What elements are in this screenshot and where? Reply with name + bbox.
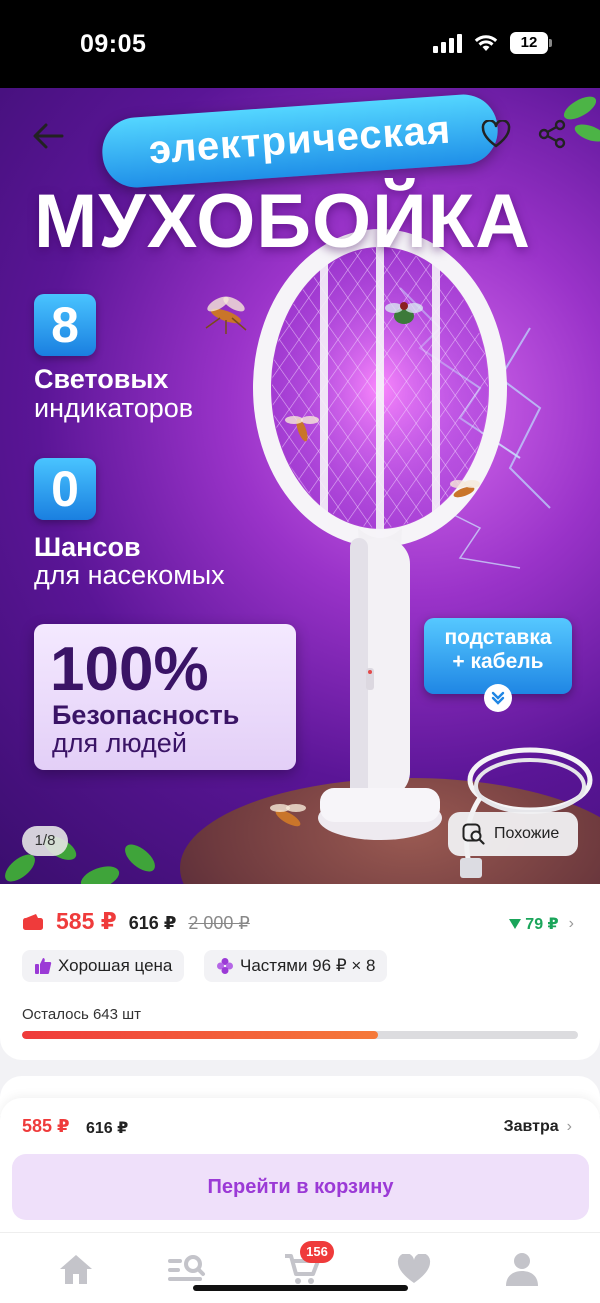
mosquito-illustration	[205, 296, 247, 334]
battery-indicator: 12	[510, 32, 552, 54]
double-chevron-down-icon	[484, 684, 512, 712]
stand-badge-line1: подставка	[444, 626, 552, 649]
tab-home[interactable]	[56, 1249, 96, 1289]
bottom-tab-bar: 156	[0, 1232, 600, 1303]
feature-number-badge: 8	[34, 294, 96, 356]
chevron-right-icon: ›	[566, 1118, 572, 1135]
fly-illustration	[385, 302, 423, 324]
stock-progress-fill	[22, 1031, 378, 1039]
share-icon	[538, 119, 566, 149]
similar-products-button[interactable]: Похожие	[448, 812, 578, 856]
arrow-left-icon	[33, 123, 64, 149]
mosquito-illustration	[285, 416, 319, 442]
stand-badge-line2: + кабель	[452, 650, 544, 673]
stock-remaining-label: Осталось 643 шт	[22, 1006, 142, 1023]
good-price-chip[interactable]: Хорошая цена	[22, 950, 185, 982]
thumbs-up-icon	[35, 958, 52, 974]
tab-profile[interactable]	[502, 1249, 542, 1289]
good-price-label: Хорошая цена	[58, 956, 173, 975]
feature-number-badge: 0	[34, 458, 96, 520]
tab-catalog[interactable]	[166, 1249, 206, 1289]
home-icon	[60, 1255, 92, 1284]
catalog-search-icon	[168, 1255, 205, 1281]
sheet-card-price: 616 ₽	[86, 1120, 129, 1137]
profile-icon	[506, 1253, 538, 1286]
old-price: 2 000 ₽	[188, 913, 250, 933]
product-image-gallery[interactable]: электрическая МУХОБОЙКА 8 Световых индик…	[0, 88, 600, 884]
cart-count-badge: 156	[300, 1241, 334, 1263]
safety-caption: для людей	[52, 728, 187, 758]
installments-label: Частями 96 ₽ × 8	[240, 956, 376, 975]
safety-percent: 100%	[50, 635, 209, 704]
usb-cable-illustration	[460, 747, 593, 878]
product-headline: МУХОБОЙКА	[34, 179, 532, 264]
status-icons: 12	[433, 32, 552, 54]
delivery-date-link[interactable]: Завтра ›	[504, 1118, 572, 1136]
price-card: 585 ₽ 616 ₽ 2 000 ₽ 79 ₽ › Хорошая цена …	[0, 884, 600, 1060]
heart-icon	[481, 120, 511, 148]
card-wallet-icon	[23, 913, 43, 930]
cashback-link[interactable]: 79 ₽ ›	[509, 914, 574, 934]
stock-progress-bar	[22, 1031, 578, 1039]
image-counter: 1/8	[22, 826, 68, 856]
similar-products-label: Похожие	[494, 825, 560, 842]
chevron-right-icon: ›	[568, 915, 574, 932]
feature-title: Шансов	[34, 532, 141, 562]
wifi-icon	[474, 35, 498, 51]
back-button[interactable]	[26, 114, 70, 158]
cashback-amount: 79 ₽	[525, 916, 559, 933]
mosquito-illustration	[270, 804, 306, 827]
installments-icon	[217, 958, 233, 974]
safety-title: Безопасность	[52, 700, 240, 730]
installments-chip[interactable]: Частями 96 ₽ × 8	[204, 950, 388, 982]
status-time: 09:05	[80, 30, 147, 58]
share-button[interactable]	[530, 112, 574, 156]
stand-cable-badge: подставка + кабель	[424, 618, 572, 694]
favorite-button[interactable]	[474, 112, 518, 156]
delivery-date: Завтра	[503, 1118, 559, 1135]
mosquito-illustration	[450, 480, 480, 498]
status-bar: 09:05 12	[0, 0, 600, 88]
home-indicator	[193, 1285, 408, 1291]
card-price: 616 ₽	[128, 913, 177, 933]
safety-card: 100% Безопасность для людей	[34, 624, 296, 770]
go-to-cart-button[interactable]: Перейти в корзину	[12, 1154, 589, 1220]
product-screen: 09:05 12 электрическая МУХОБОЙКА 8 Свето…	[0, 0, 600, 1303]
feature-caption: индикаторов	[34, 393, 194, 423]
feature-title: Световых	[34, 364, 169, 394]
signal-icon	[433, 33, 462, 53]
favorites-icon	[397, 1254, 431, 1283]
product-subtitle-banner: электрическая	[100, 92, 500, 190]
triangle-down-icon	[509, 919, 522, 929]
current-price: 585 ₽	[56, 908, 117, 934]
image-search-icon	[462, 823, 485, 845]
feature-caption: для насекомых	[34, 560, 225, 590]
purchase-sheet: 585 ₽ 616 ₽ Завтра › Перейти в корзину	[0, 1098, 600, 1238]
tab-favorites[interactable]	[394, 1249, 434, 1289]
price-row: 585 ₽ 616 ₽ 2 000 ₽	[22, 908, 250, 935]
sheet-current-price: 585 ₽	[22, 1116, 70, 1136]
